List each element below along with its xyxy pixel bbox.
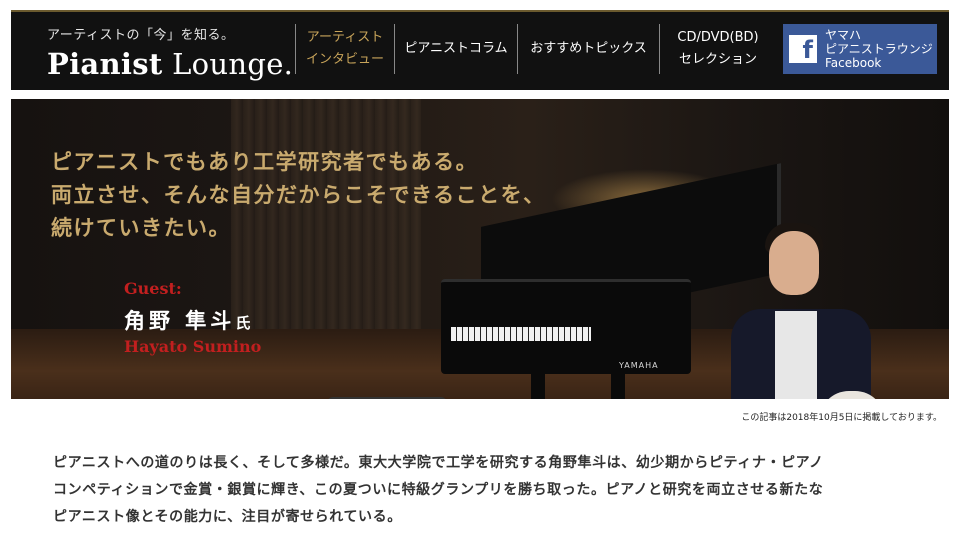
facebook-label: ピアニストラウンジ	[825, 42, 933, 56]
piano-leg	[611, 369, 625, 399]
site-header: アーティストの「今」を知る。 Pianist Lounge. アーティスト イン…	[11, 10, 949, 90]
nav-recommended-topics[interactable]: おすすめトピックス	[518, 24, 659, 74]
publication-date: この記事は2018年10月5日に掲載しております。	[741, 413, 942, 423]
nav-label: ピアニストコラム	[404, 41, 508, 56]
hero-banner: YAMAHA ピアニストでもあり工学研究者でもある。 両立させ、そんな自分だから…	[11, 99, 949, 399]
intro-line: ピアニストへの道のりは長く、そして多様だ。東大大学院で工学を研究する角野隼斗は、…	[53, 455, 824, 471]
intro-line: ピアニスト像とその能力に、注目が寄せられている。	[53, 509, 402, 525]
guest-name: 角野 隼斗氏	[124, 305, 250, 335]
nav-label: インタビュー	[305, 52, 384, 67]
headline-line: ピアニストでもあり工学研究者でもある。	[51, 149, 479, 174]
nav-cd-dvd-selection[interactable]: CD/DVD(BD) セレクション	[660, 24, 776, 74]
guest-label: Guest:	[124, 279, 182, 298]
person-head	[769, 231, 819, 295]
nav-pianist-column[interactable]: ピアニストコラム	[395, 24, 517, 74]
intro-line: コンペティションで金賞・銀賞に輝き、この夏ついに特級グランプリを勝ち取った。ピア…	[53, 482, 824, 498]
nav-artist-interview[interactable]: アーティスト インタビュー	[296, 24, 394, 74]
logo-light: Lounge.	[172, 47, 294, 81]
facebook-label: Facebook	[825, 56, 882, 70]
piano-leg	[531, 369, 545, 399]
nav-label: セレクション	[678, 52, 757, 67]
headline-line: 続けていきたい。	[51, 215, 231, 240]
nav-label: アーティスト	[306, 30, 384, 45]
facebook-icon: f	[789, 35, 817, 63]
guest-name-text: 角野 隼斗	[124, 308, 236, 333]
facebook-link[interactable]: f ヤマハ ピアニストラウンジ Facebook	[783, 24, 937, 74]
headline-line: 両立させ、そんな自分だからこそできることを、	[51, 182, 546, 207]
site-tagline: アーティストの「今」を知る。	[47, 28, 235, 43]
brand[interactable]: アーティストの「今」を知る。 Pianist Lounge.	[47, 24, 293, 81]
piano-bench	[327, 397, 447, 399]
nav-label: CD/DVD(BD)	[677, 30, 759, 45]
logo-bold: Pianist	[47, 47, 163, 81]
facebook-label: ヤマハ	[825, 28, 862, 42]
person-shirt	[775, 311, 817, 399]
guest-honorific: 氏	[235, 314, 251, 332]
piano-keys	[451, 327, 591, 341]
guest-name-roman: Hayato Sumino	[124, 337, 262, 356]
article-intro: ピアニストへの道のりは長く、そして多様だ。東大大学院で工学を研究する角野隼斗は、…	[53, 450, 923, 531]
site-logo[interactable]: Pianist Lounge.	[47, 47, 293, 81]
nav-label: おすすめトピックス	[530, 41, 647, 56]
hero-headline: ピアニストでもあり工学研究者でもある。 両立させ、そんな自分だからこそできること…	[51, 145, 546, 244]
